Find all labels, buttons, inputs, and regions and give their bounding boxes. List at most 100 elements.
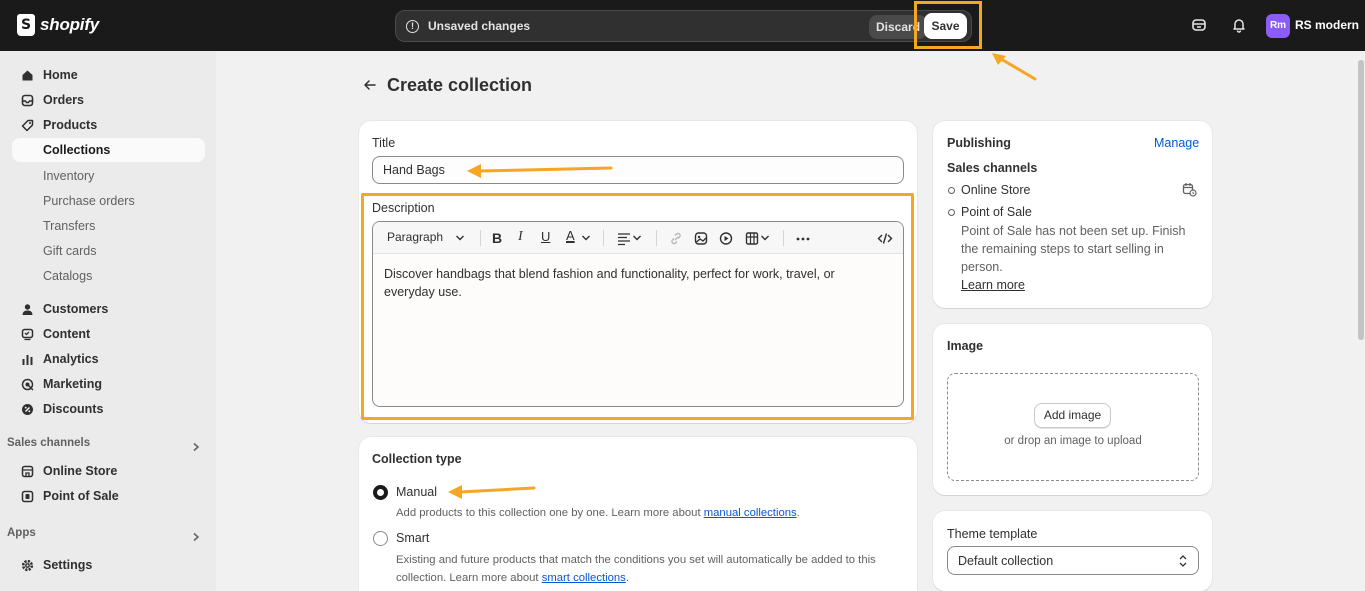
code-icon[interactable] <box>877 230 893 246</box>
status-dot <box>948 187 955 194</box>
annotation-arrow-title <box>467 164 613 178</box>
store-name[interactable]: RS modern <box>1295 18 1359 32</box>
text-color-icon[interactable]: A <box>566 228 575 244</box>
sidebar-item-catalogs[interactable]: Catalogs <box>12 264 205 288</box>
smart-help-prefix: collection. Learn more about <box>396 572 542 584</box>
sidebar-item-collections[interactable]: Collections <box>12 138 205 162</box>
calendar-clock-icon[interactable] <box>1182 182 1197 197</box>
toolbar-separator <box>480 230 481 246</box>
editor-toolbar: Paragraph B I U A <box>373 222 903 254</box>
manual-help-prefix: Add products to this collection one by o… <box>396 507 704 519</box>
toolbar-separator <box>656 230 657 246</box>
chevron-down-icon[interactable] <box>632 230 642 246</box>
image-icon[interactable] <box>694 230 708 246</box>
chevron-down-icon[interactable] <box>455 230 465 246</box>
content-icon <box>21 328 34 341</box>
image-heading: Image <box>947 339 984 353</box>
manage-link[interactable]: Manage <box>1154 136 1199 150</box>
sidebar-item-inventory[interactable]: Inventory <box>12 164 205 188</box>
scrollbar-thumb[interactable] <box>1358 60 1364 340</box>
title-input[interactable] <box>373 157 903 183</box>
underline-icon[interactable]: U <box>541 229 550 245</box>
italic-icon[interactable]: I <box>518 229 523 245</box>
page-title: Create collection <box>387 75 533 95</box>
title-field[interactable] <box>372 156 904 184</box>
avatar[interactable]: Rm <box>1266 14 1290 38</box>
status-dot <box>948 209 955 216</box>
smart-collections-link[interactable]: smart collections <box>542 572 626 584</box>
sidebar-item-settings[interactable]: Settings <box>12 553 205 577</box>
channel-online-store: Online Store <box>961 183 1031 197</box>
manual-radio[interactable] <box>373 485 388 500</box>
brand-name: shopify <box>40 15 100 34</box>
sidebar-item-discounts[interactable]: Discounts <box>12 397 205 421</box>
table-icon[interactable] <box>745 230 759 246</box>
channel-point-of-sale: Point of Sale <box>961 205 1032 219</box>
more-horizontal-icon[interactable] <box>795 230 811 246</box>
unsaved-changes-text: Unsaved changes <box>428 19 531 33</box>
manual-collections-link[interactable]: manual collections <box>704 507 797 519</box>
unsaved-changes-bar: ! Unsaved changes Discard <box>395 10 972 42</box>
theme-template-label: Theme template <box>947 527 1038 541</box>
description-text[interactable]: Discover handbags that blend fashion and… <box>384 265 884 301</box>
paragraph-format-dropdown[interactable]: Paragraph <box>387 230 443 246</box>
chevron-down-icon[interactable] <box>581 230 591 246</box>
sidebar-item-gift-cards[interactable]: Gift cards <box>12 239 205 263</box>
target-icon <box>21 378 34 391</box>
description-label: Description <box>372 201 435 215</box>
chevron-right-icon[interactable] <box>191 442 201 452</box>
sales-channels-label: Sales channels <box>947 161 1038 175</box>
discount-icon <box>22 404 33 415</box>
back-arrow-icon[interactable] <box>362 77 378 93</box>
store-icon[interactable] <box>1191 17 1207 33</box>
sidebar-item-online-store[interactable]: Online Store <box>12 459 205 483</box>
title-label: Title <box>372 136 396 150</box>
bell-icon[interactable] <box>1231 17 1247 33</box>
home-icon <box>22 70 33 81</box>
manual-label[interactable]: Manual <box>396 485 437 499</box>
manual-help-suffix: . <box>796 507 800 519</box>
video-icon[interactable] <box>719 230 733 246</box>
sidebar-item-orders[interactable]: Orders <box>12 88 205 112</box>
theme-template-select[interactable]: Default collection <box>947 546 1199 575</box>
sales-channels-heading[interactable]: Sales channels <box>7 437 90 449</box>
sidebar-item-marketing[interactable]: Marketing <box>12 372 205 396</box>
sidebar-item-products[interactable]: Products <box>12 113 205 137</box>
top-bar: shopify ! Unsaved changes Discard Save R… <box>0 0 1365 51</box>
storefront-icon <box>21 465 34 478</box>
align-icon[interactable] <box>617 230 631 246</box>
add-image-button[interactable]: Add image <box>1034 403 1111 428</box>
sidebar-item-home[interactable]: Home <box>12 63 205 87</box>
gear-icon <box>21 559 34 572</box>
pos-help-text: Point of Sale has not been set up. Finis… <box>961 224 1186 274</box>
sidebar-item-analytics[interactable]: Analytics <box>12 347 205 371</box>
save-button[interactable]: Save <box>924 13 967 39</box>
select-chevron-icon <box>1179 555 1187 567</box>
shopify-logo[interactable]: shopify <box>17 14 99 36</box>
sidebar-item-purchase-orders[interactable]: Purchase orders <box>12 189 205 213</box>
collection-type-heading: Collection type <box>372 452 462 466</box>
bar-chart-icon <box>22 355 33 365</box>
sidebar-item-point-of-sale[interactable]: Point of Sale <box>12 484 205 508</box>
link-icon[interactable] <box>669 230 683 246</box>
apps-heading[interactable]: Apps <box>7 527 36 539</box>
chevron-right-icon[interactable] <box>191 532 201 542</box>
person-icon <box>22 304 33 315</box>
annotation-arrow-save <box>992 53 1037 81</box>
toolbar-separator <box>783 230 784 246</box>
description-editor: Paragraph B I U A Discover handbags that… <box>372 221 904 407</box>
publishing-heading: Publishing <box>947 136 1011 150</box>
sidebar-item-transfers[interactable]: Transfers <box>12 214 205 238</box>
manual-help-text: Add products to this collection one by o… <box>396 504 800 522</box>
sidebar-item-content[interactable]: Content <box>12 322 205 346</box>
alert-circle-icon: ! <box>406 20 419 33</box>
smart-label[interactable]: Smart <box>396 531 429 545</box>
smart-help-line-2: collection. Learn more about smart colle… <box>396 569 629 587</box>
toolbar-separator <box>603 230 604 246</box>
learn-more-link[interactable]: Learn more <box>961 278 1025 292</box>
smart-radio[interactable] <box>373 531 388 546</box>
smart-help-line-1: Existing and future products that match … <box>396 554 876 566</box>
chevron-down-icon[interactable] <box>760 230 770 246</box>
sidebar-item-customers[interactable]: Customers <box>12 297 205 321</box>
bold-icon[interactable]: B <box>492 230 502 246</box>
